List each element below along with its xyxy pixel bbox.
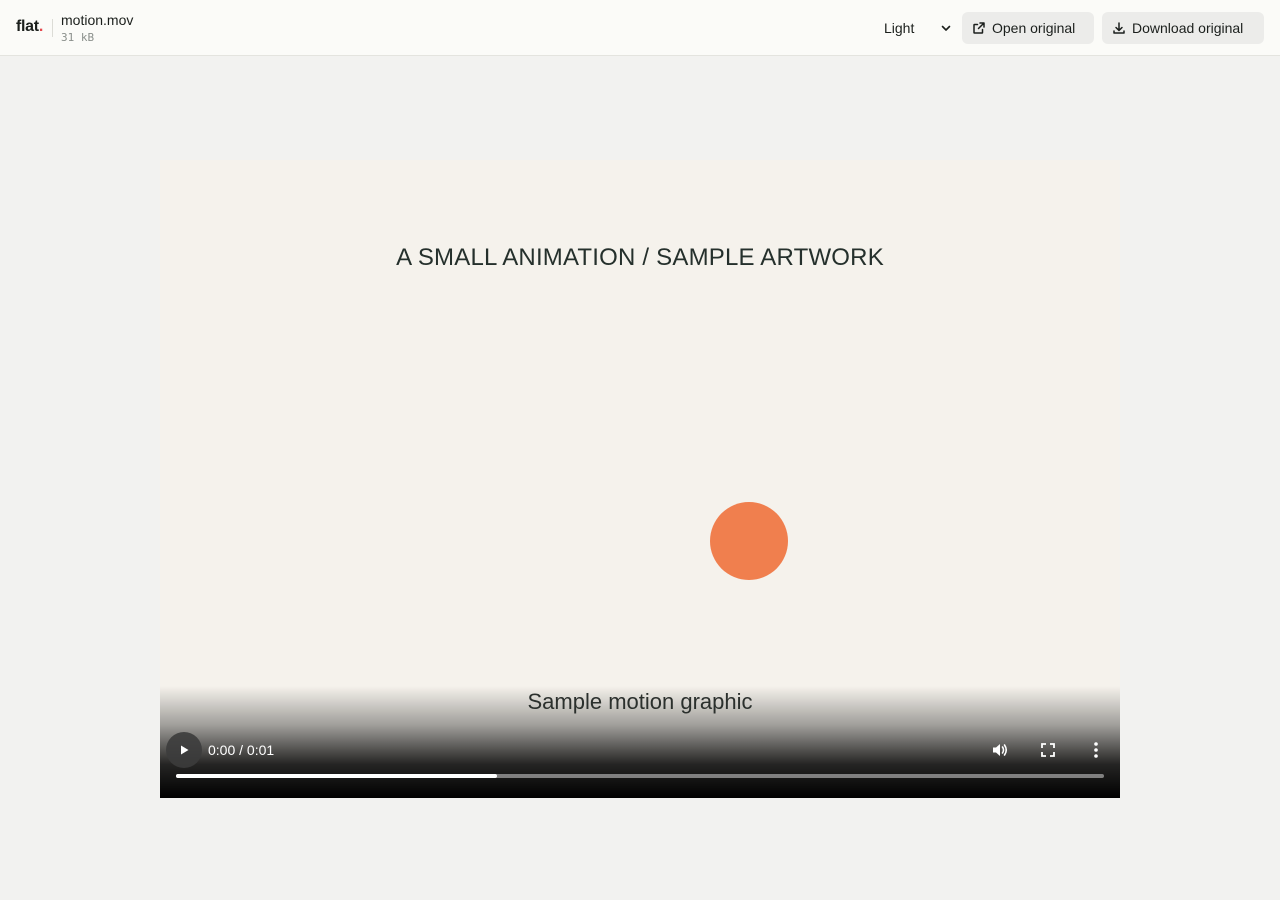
play-button[interactable] [166, 732, 202, 768]
file-name: motion.mov [61, 12, 134, 28]
more-options-button[interactable] [1084, 738, 1108, 762]
logo[interactable]: flat. [16, 18, 43, 36]
animated-ball [710, 502, 788, 580]
progress-bar[interactable] [176, 774, 1104, 778]
video-player[interactable]: A SMALL ANIMATION / SAMPLE ARTWORK Sampl… [160, 160, 1120, 798]
file-size: 31 kB [61, 31, 95, 44]
download-original-button[interactable]: Download original [1102, 12, 1264, 44]
download-icon [1112, 21, 1126, 35]
video-title: A SMALL ANIMATION / SAMPLE ARTWORK [396, 244, 884, 271]
logo-dot: . [38, 18, 43, 35]
open-original-label: Open original [992, 20, 1076, 36]
volume-button[interactable] [988, 738, 1012, 762]
progress-fill [176, 774, 498, 778]
theme-select-value: Light [884, 20, 915, 36]
top-bar: flat. motion.mov 31 kB Light Open origin… [0, 0, 1280, 56]
logo-text: flat [16, 18, 39, 35]
chevron-down-icon [940, 22, 952, 34]
time-display: 0:00 / 0:01 [208, 742, 275, 758]
theme-select[interactable]: Light [876, 12, 956, 44]
external-link-icon [972, 21, 986, 35]
open-original-button[interactable]: Open original [962, 12, 1094, 44]
divider [52, 19, 53, 37]
volume-icon [990, 740, 1010, 760]
fullscreen-icon [1040, 742, 1056, 758]
fullscreen-button[interactable] [1036, 738, 1060, 762]
more-vertical-icon [1093, 741, 1099, 759]
play-icon [178, 744, 190, 756]
download-original-label: Download original [1132, 20, 1244, 36]
video-caption: Sample motion graphic [527, 689, 753, 714]
